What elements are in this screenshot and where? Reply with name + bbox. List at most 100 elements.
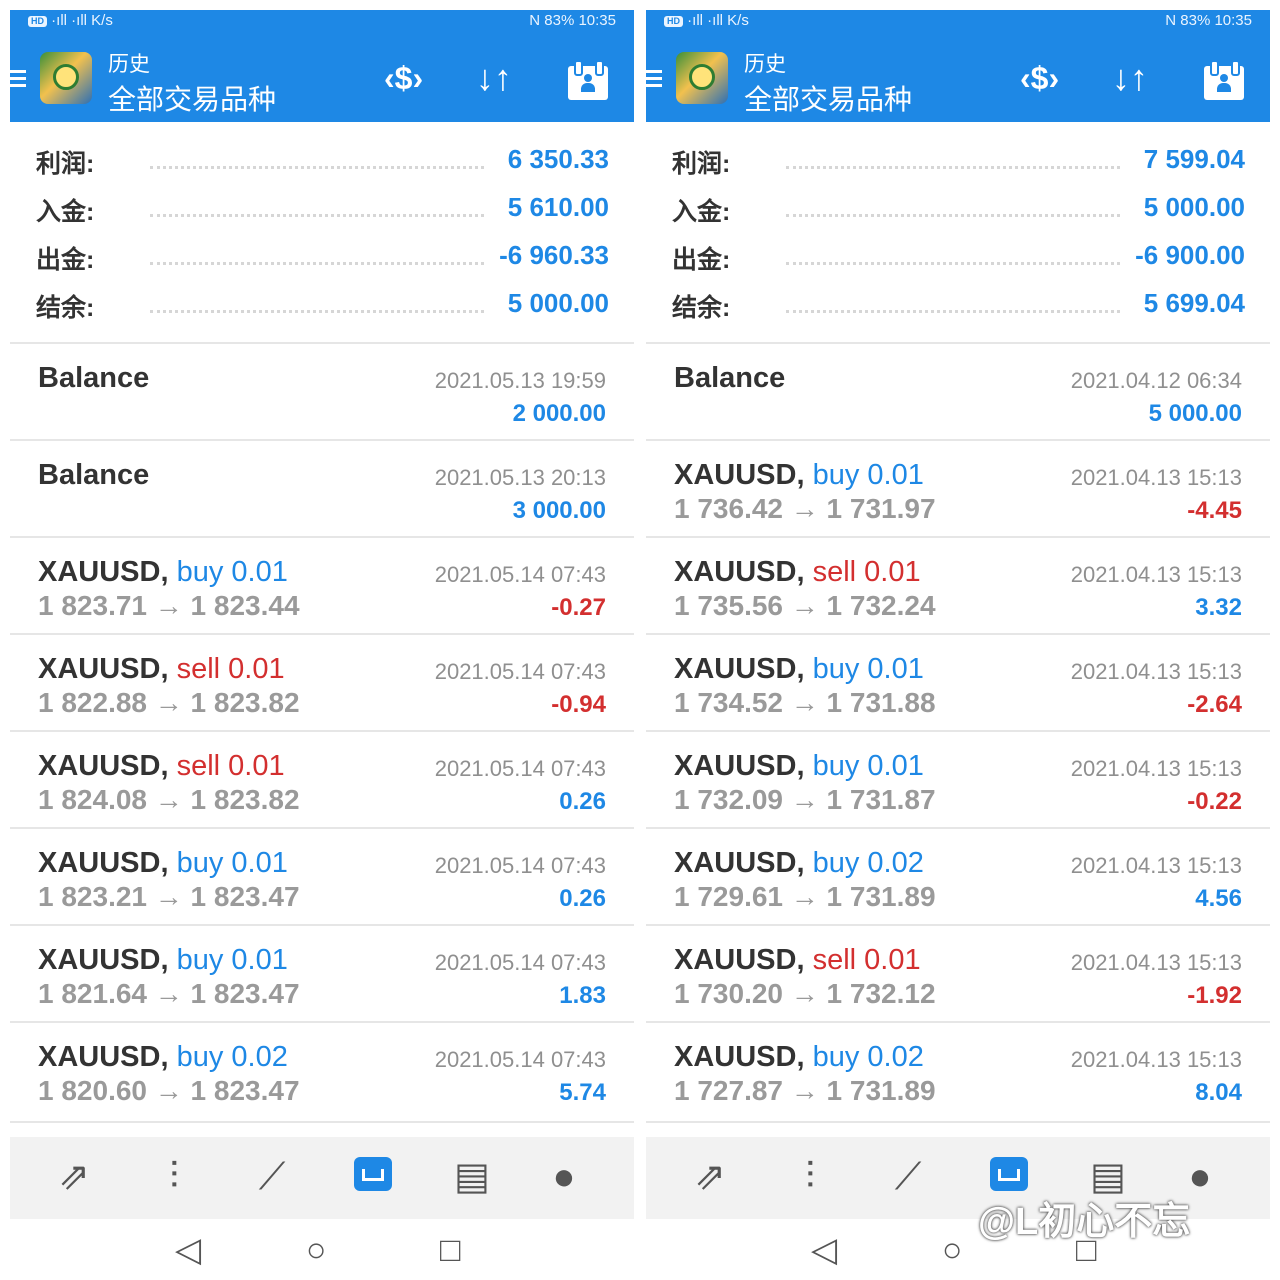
- deal-row[interactable]: Balance 2021.05.13 19:59 2 000.00: [10, 342, 634, 439]
- deal-profit: -0.27: [551, 594, 606, 621]
- menu-icon[interactable]: [10, 70, 26, 87]
- deal-price: 1 736.42 → 1 731.97: [674, 493, 936, 524]
- chat-icon[interactable]: ●: [534, 1149, 594, 1205]
- home-icon[interactable]: ○: [306, 1233, 327, 1267]
- deal-row[interactable]: XAUUSD, sell 0.01 1 822.88 → 1 823.82 2021…: [10, 633, 634, 730]
- deal-action: buy 0.02: [812, 847, 924, 879]
- deal-row[interactable]: XAUUSD, buy 0.01 1 734.52 → 1 731.88 2021.…: [646, 633, 1270, 730]
- deal-price: 1 727.87 → 1 731.89: [674, 1075, 936, 1106]
- deal-row[interactable]: XAUUSD, buy 0.01 1 823.21 → 1 823.47 2021.…: [10, 827, 634, 924]
- deal-action: sell 0.01: [176, 653, 285, 685]
- symbol-filter[interactable]: 全部交易品种: [744, 78, 912, 118]
- deal-row[interactable]: XAUUSD, buy 0.02 1 727.87 → 1 731.89 2021.…: [646, 1021, 1270, 1118]
- deal-symbol: XAUUSD: [38, 847, 161, 879]
- deal-row[interactable]: XAUUSD, buy 0.01 1 821.64 → 1 823.47 2021.…: [10, 924, 634, 1021]
- deposit-money-icon[interactable]: ‹$›: [384, 56, 423, 100]
- summary-value: 5 000.00: [1143, 192, 1245, 222]
- deal-profit: 4.56: [1195, 885, 1242, 912]
- symbol-filter[interactable]: 全部交易品种: [108, 78, 276, 118]
- deal-time: 2021.04.13 15:13: [1070, 950, 1242, 975]
- summary-row-withdrawal: 出金: -6 900.00: [646, 234, 1270, 282]
- deal-time: 2021.04.13 15:13: [1070, 756, 1242, 781]
- deal-row[interactable]: XAUUSD, sell 0.01 1 824.08 → 1 823.82 2021…: [10, 730, 634, 827]
- deal-profit: 2 000.00: [512, 400, 606, 427]
- deal-action: buy 0.01: [176, 556, 288, 588]
- deal-separator: ,: [796, 556, 813, 588]
- candlestick-icon[interactable]: ⫶: [144, 1149, 204, 1205]
- news-icon[interactable]: ▤: [442, 1149, 502, 1205]
- deal-separator: ,: [160, 750, 177, 782]
- deal-separator: ,: [160, 944, 177, 976]
- summary-row-deposit: 入金: 5 000.00: [646, 186, 1270, 234]
- deal-row[interactable]: Balance 2021.05.13 20:13 3 000.00: [10, 439, 634, 536]
- deal-symbol: XAUUSD: [38, 944, 161, 976]
- battery-time: N 83% 10:35: [529, 12, 616, 29]
- deal-profit: -2.64: [1187, 691, 1242, 718]
- deal-time: 2021.04.13 15:13: [1070, 1047, 1242, 1072]
- deal-title: XAUUSD, buy 0.01: [38, 556, 288, 589]
- deal-profit: 8.04: [1195, 1079, 1242, 1106]
- deal-time: 2021.04.13 15:13: [1070, 659, 1242, 684]
- deal-price: 1 822.88 → 1 823.82: [38, 687, 300, 718]
- deal-row[interactable]: XAUUSD, buy 0.01 1 736.42 → 1 731.97 2021.…: [646, 439, 1270, 536]
- trade-arrows-icon[interactable]: ⇗: [680, 1149, 740, 1205]
- back-icon[interactable]: ◁: [811, 1233, 837, 1267]
- deal-symbol: XAUUSD: [674, 653, 797, 685]
- data-rate: K/s: [727, 12, 749, 29]
- deal-time: 2021.05.13 19:59: [434, 368, 606, 393]
- deal-profit: -4.45: [1187, 497, 1242, 524]
- deposit-money-icon[interactable]: ‹$›: [1020, 56, 1059, 100]
- deal-time: 2021.04.13 15:13: [1070, 465, 1242, 490]
- recents-icon[interactable]: □: [440, 1233, 461, 1267]
- chart-line-icon[interactable]: ⟋: [242, 1149, 302, 1205]
- screen-title: 历史: [744, 53, 786, 76]
- deal-title: XAUUSD, sell 0.01: [674, 556, 921, 589]
- trade-arrows-icon[interactable]: ⇗: [44, 1149, 104, 1205]
- deal-symbol: XAUUSD: [38, 556, 161, 588]
- deal-separator: ,: [160, 1041, 177, 1073]
- deal-row[interactable]: XAUUSD, buy 0.01 1 823.71 → 1 823.44 2021.…: [10, 536, 634, 633]
- calendar-period-icon[interactable]: [1204, 60, 1244, 100]
- data-rate: K/s: [91, 12, 113, 29]
- summary-value: -6 900.00: [1135, 240, 1245, 270]
- deal-row[interactable]: XAUUSD, buy 0.02 1 729.61 → 1 731.89 2021.…: [646, 827, 1270, 924]
- deal-profit: 3.32: [1195, 594, 1242, 621]
- deal-symbol: XAUUSD: [38, 1041, 161, 1073]
- battery-time: N 83% 10:35: [1165, 12, 1252, 29]
- system-nav-bar: ◁ ○ □: [10, 1219, 634, 1280]
- deal-symbol: XAUUSD: [38, 653, 161, 685]
- deal-separator: ,: [796, 944, 813, 976]
- sort-icon[interactable]: ↓↑: [1112, 56, 1148, 100]
- summary-value: 6 350.33: [507, 144, 609, 174]
- deal-profit: 5.74: [559, 1079, 606, 1106]
- inbox-icon[interactable]: [342, 1149, 402, 1205]
- summary-value: 7 599.04: [1143, 144, 1245, 174]
- candlestick-icon[interactable]: ⫶: [780, 1149, 840, 1205]
- back-icon[interactable]: ◁: [175, 1233, 201, 1267]
- sort-icon[interactable]: ↓↑: [476, 56, 512, 100]
- deal-row[interactable]: Balance 2021.04.12 06:34 5 000.00: [646, 342, 1270, 439]
- app-logo: [40, 52, 92, 104]
- summary-row-balance: 结余: 5 699.04: [646, 282, 1270, 330]
- deal-price: 1 734.52 → 1 731.88: [674, 687, 936, 718]
- calendar-period-icon[interactable]: [568, 60, 608, 100]
- deal-price: 1 823.21 → 1 823.47: [38, 881, 300, 912]
- summary-row-balance: 结余: 5 000.00: [10, 282, 634, 330]
- summary-label: 出金:: [36, 246, 95, 274]
- deal-profit: 0.26: [559, 885, 606, 912]
- deal-title: Balance: [674, 362, 785, 395]
- deal-time: 2021.04.13 15:13: [1070, 853, 1242, 878]
- deal-row[interactable]: XAUUSD, sell 0.01 1 730.20 → 1 732.12 2021…: [646, 924, 1270, 1021]
- summary-label: 结余:: [672, 294, 731, 322]
- deal-row[interactable]: XAUUSD, sell 0.01 1 735.56 → 1 732.24 2021…: [646, 536, 1270, 633]
- deal-symbol: XAUUSD: [674, 750, 797, 782]
- summary-label: 入金:: [36, 198, 95, 226]
- home-icon[interactable]: ○: [942, 1233, 963, 1267]
- deal-row[interactable]: XAUUSD, buy 0.02 1 820.60 → 1 823.47 2021.…: [10, 1021, 634, 1118]
- deal-row[interactable]: XAUUSD, buy 0.01 1 732.09 → 1 731.87 2021.…: [646, 730, 1270, 827]
- chart-line-icon[interactable]: ⟋: [878, 1149, 938, 1205]
- summary-value: 5 610.00: [507, 192, 609, 222]
- menu-icon[interactable]: [646, 70, 662, 87]
- deal-time: 2021.04.13 15:13: [1070, 562, 1242, 587]
- deal-profit: 3 000.00: [512, 497, 606, 524]
